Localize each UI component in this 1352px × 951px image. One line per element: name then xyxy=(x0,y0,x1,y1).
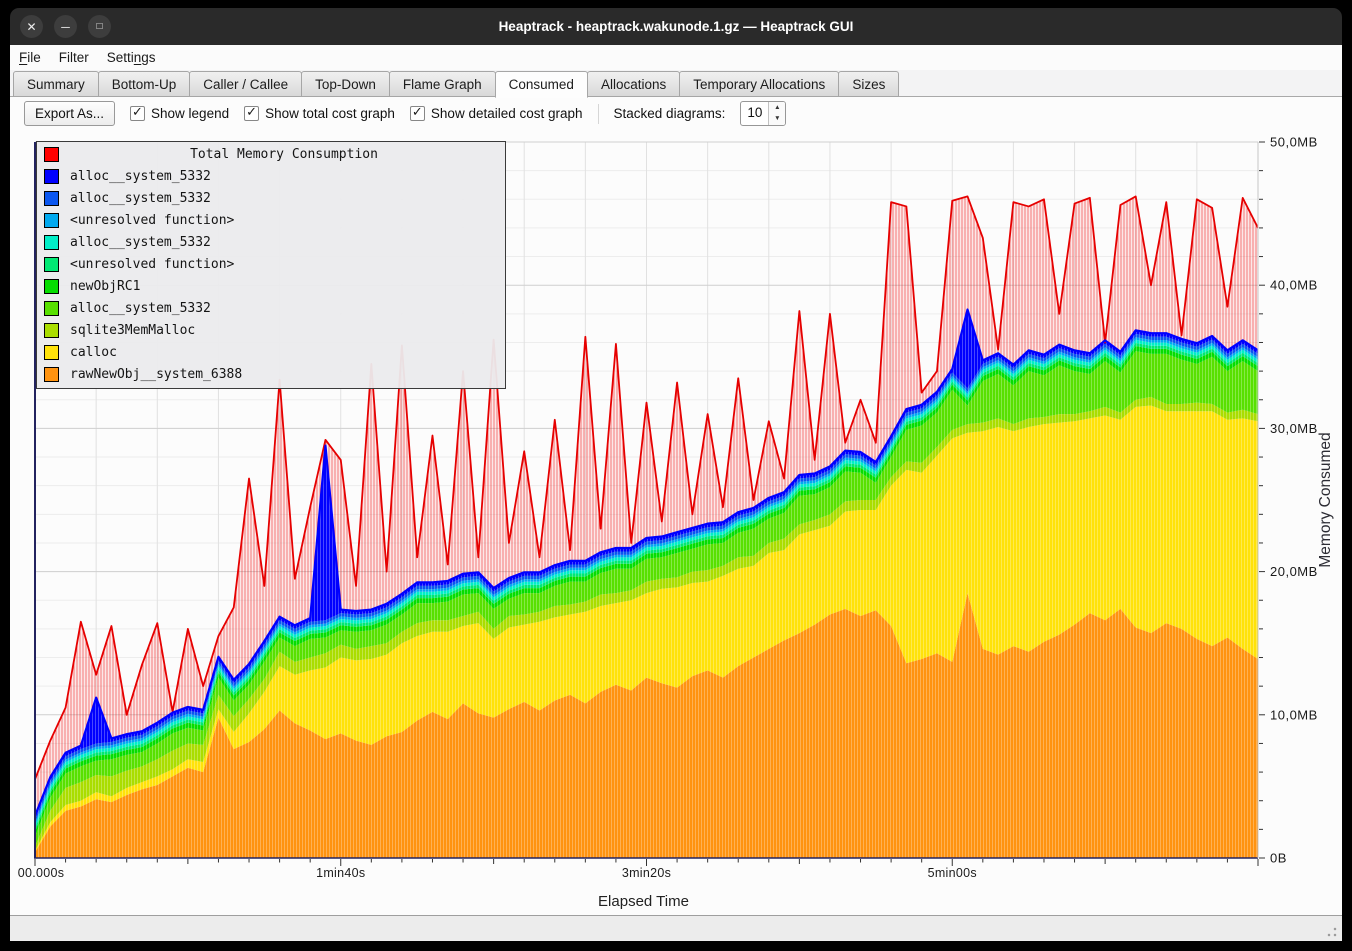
legend-item: alloc__system_5332 xyxy=(37,165,505,187)
tab-caller-callee[interactable]: Caller / Callee xyxy=(189,71,302,97)
legend-item: alloc__system_5332 xyxy=(37,297,505,319)
legend-item: rawNewObj__system_6388 xyxy=(37,363,505,385)
legend-swatch xyxy=(44,279,59,294)
tab-bar: SummaryBottom-UpCaller / CalleeTop-DownF… xyxy=(10,70,1342,97)
toolbar-separator xyxy=(598,104,599,124)
legend-label: alloc__system_5332 xyxy=(70,301,211,316)
chevron-up-icon: ▲ xyxy=(774,104,780,111)
legend-swatch xyxy=(44,345,59,360)
legend-title-row: Total Memory Consumption xyxy=(37,143,505,165)
legend-swatch xyxy=(44,367,59,382)
checkbox-label: Show detailed cost graph xyxy=(431,106,583,121)
checkbox-label: Show legend xyxy=(151,106,229,121)
svg-text:Memory Consumed: Memory Consumed xyxy=(1317,432,1334,567)
legend-label: newObjRC1 xyxy=(70,279,140,294)
legend-swatch xyxy=(44,323,59,338)
svg-text:00.000s: 00.000s xyxy=(18,866,65,880)
toolbar: Export As... ✓ Show legend ✓ Show total … xyxy=(10,97,1342,130)
svg-text:3min20s: 3min20s xyxy=(622,866,671,880)
resize-grip[interactable] xyxy=(1326,926,1338,938)
spinner-up-button[interactable]: ▲ xyxy=(769,102,785,114)
legend-item: <unresolved function> xyxy=(37,209,505,231)
check-icon: ✓ xyxy=(132,104,143,120)
tab-consumed[interactable]: Consumed xyxy=(495,71,588,98)
chart-legend: Total Memory Consumption alloc__system_53… xyxy=(36,141,506,389)
legend-label: alloc__system_5332 xyxy=(70,191,211,206)
menu-item-file[interactable]: File xyxy=(10,45,50,70)
checkbox-show-detailed-cost-graph[interactable]: ✓ Show detailed cost graph xyxy=(410,106,583,121)
menu-item-settings[interactable]: Settings xyxy=(98,45,165,70)
svg-text:Elapsed Time: Elapsed Time xyxy=(598,893,689,910)
legend-label: alloc__system_5332 xyxy=(70,235,211,250)
check-icon: ✓ xyxy=(246,104,257,120)
legend-item: newObjRC1 xyxy=(37,275,505,297)
legend-label: rawNewObj__system_6388 xyxy=(70,367,242,382)
tab-summary[interactable]: Summary xyxy=(13,71,99,97)
svg-text:5min00s: 5min00s xyxy=(928,866,977,880)
svg-text:10,0MB: 10,0MB xyxy=(1270,707,1318,722)
legend-swatch xyxy=(44,147,59,162)
svg-text:40,0MB: 40,0MB xyxy=(1270,278,1318,293)
legend-label: <unresolved function> xyxy=(70,257,234,272)
tab-bottom-up[interactable]: Bottom-Up xyxy=(98,71,191,97)
checkbox-box[interactable]: ✓ xyxy=(130,106,145,121)
spinner-buttons: ▲ ▼ xyxy=(768,102,785,125)
tab-top-down[interactable]: Top-Down xyxy=(301,71,390,97)
menubar: FileFilterSettings xyxy=(10,45,1342,70)
svg-text:50,0MB: 50,0MB xyxy=(1270,135,1318,150)
legend-swatch xyxy=(44,169,59,184)
checkbox-label: Show total cost graph xyxy=(265,106,395,121)
legend-swatch xyxy=(44,301,59,316)
checkbox-show-legend[interactable]: ✓ Show legend xyxy=(130,106,229,121)
svg-text:1min40s: 1min40s xyxy=(316,866,365,880)
tab-allocations[interactable]: Allocations xyxy=(587,71,680,97)
svg-text:0B: 0B xyxy=(1270,851,1287,866)
legend-item: alloc__system_5332 xyxy=(37,187,505,209)
menu-item-filter[interactable]: Filter xyxy=(50,45,98,70)
checkbox-box[interactable]: ✓ xyxy=(410,106,425,121)
tab-temporary-allocations[interactable]: Temporary Allocations xyxy=(679,71,839,97)
check-icon: ✓ xyxy=(412,104,423,120)
legend-swatch xyxy=(44,235,59,250)
legend-swatch xyxy=(44,257,59,272)
legend-item: sqlite3MemMalloc xyxy=(37,319,505,341)
legend-item: <unresolved function> xyxy=(37,253,505,275)
tab-flame-graph[interactable]: Flame Graph xyxy=(389,71,496,97)
chevron-down-icon: ▼ xyxy=(774,115,780,122)
spinner-value[interactable]: 10 xyxy=(741,102,768,125)
svg-text:30,0MB: 30,0MB xyxy=(1270,421,1318,436)
spinner-down-button[interactable]: ▼ xyxy=(769,114,785,126)
legend-label: calloc xyxy=(70,345,117,360)
application-window: ✕ ─ □ Heaptrack - heaptrack.wakunode.1.g… xyxy=(0,0,1352,951)
window-title: Heaptrack - heaptrack.wakunode.1.gz — He… xyxy=(10,8,1342,45)
legend-label: alloc__system_5332 xyxy=(70,169,211,184)
legend-swatch xyxy=(44,213,59,228)
stacked-diagrams-spinner[interactable]: 10 ▲ ▼ xyxy=(740,101,786,126)
stacked-diagrams-label: Stacked diagrams: xyxy=(614,106,726,121)
legend-label: Total Memory Consumption xyxy=(70,147,498,162)
legend-swatch xyxy=(44,191,59,206)
tab-sizes[interactable]: Sizes xyxy=(838,71,899,97)
checkbox-box[interactable]: ✓ xyxy=(244,106,259,121)
checkbox-show-total-cost-graph[interactable]: ✓ Show total cost graph xyxy=(244,106,395,121)
titlebar: ✕ ─ □ Heaptrack - heaptrack.wakunode.1.g… xyxy=(10,8,1342,45)
status-bar xyxy=(10,915,1342,941)
legend-item: alloc__system_5332 xyxy=(37,231,505,253)
export-as-button[interactable]: Export As... xyxy=(24,101,115,126)
legend-item: calloc xyxy=(37,341,505,363)
memory-consumption-chart[interactable]: 00.000s 1min40s 3min20s 5min00s 0B 10,0MB 20,0… xyxy=(10,130,1342,915)
svg-text:20,0MB: 20,0MB xyxy=(1270,564,1318,579)
legend-label: sqlite3MemMalloc xyxy=(70,323,195,338)
legend-label: <unresolved function> xyxy=(70,213,234,228)
